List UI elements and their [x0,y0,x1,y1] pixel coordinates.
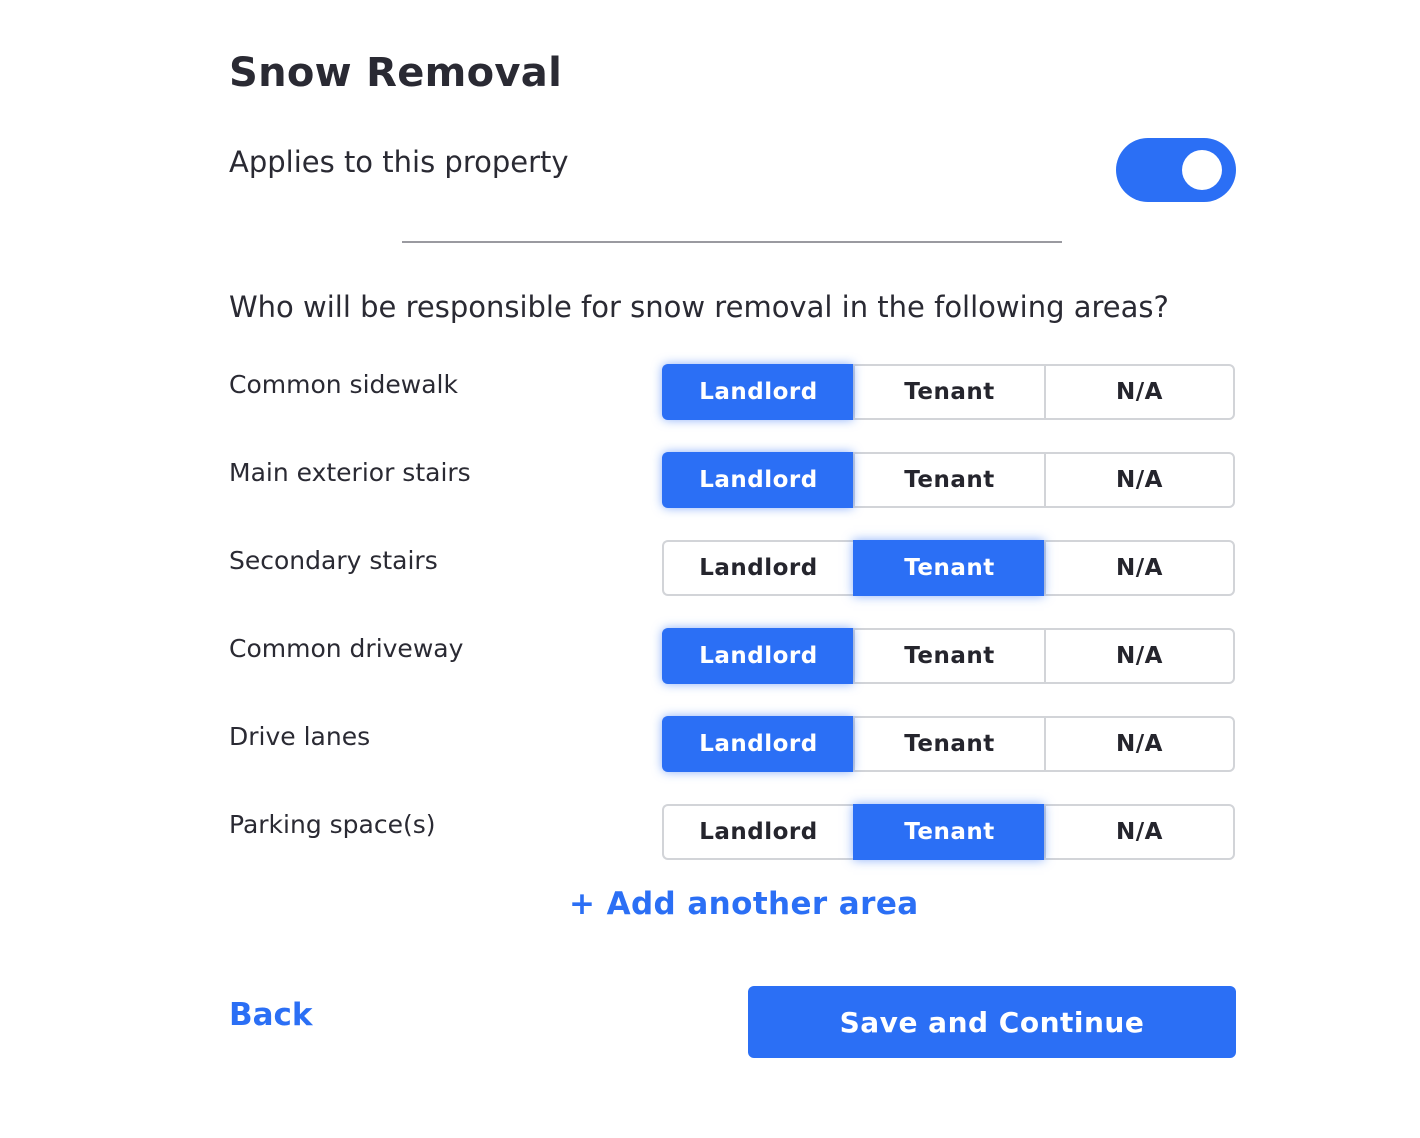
area-row: Common driveway Landlord Tenant N/A [229,628,1236,684]
area-label: Main exterior stairs [229,458,471,487]
option-na-button[interactable]: N/A [1044,628,1235,684]
applies-label: Applies to this property [229,145,569,179]
option-na-button[interactable]: N/A [1044,452,1235,508]
back-link[interactable]: Back [229,997,313,1033]
option-tenant-button[interactable]: Tenant [853,540,1044,596]
option-landlord-button[interactable]: Landlord [662,540,853,596]
question-text: Who will be responsible for snow removal… [229,290,1169,324]
option-landlord-button[interactable]: Landlord [662,804,853,860]
area-row: Common sidewalk Landlord Tenant N/A [229,364,1236,420]
option-landlord-button[interactable]: Landlord [662,628,853,684]
area-label: Common driveway [229,634,464,663]
option-tenant-button[interactable]: Tenant [853,716,1044,772]
option-na-button[interactable]: N/A [1044,804,1235,860]
option-landlord-button[interactable]: Landlord [662,716,853,772]
area-label: Drive lanes [229,722,371,751]
toggle-knob [1182,150,1222,190]
option-landlord-button[interactable]: Landlord [662,452,853,508]
responsibility-segmented-control: Landlord Tenant N/A [662,716,1236,772]
responsibility-segmented-control: Landlord Tenant N/A [662,540,1236,596]
area-row: Drive lanes Landlord Tenant N/A [229,716,1236,772]
option-na-button[interactable]: N/A [1044,540,1235,596]
responsibility-segmented-control: Landlord Tenant N/A [662,628,1236,684]
page-title: Snow Removal [229,50,563,96]
area-label: Parking space(s) [229,810,436,839]
option-landlord-button[interactable]: Landlord [662,364,853,420]
save-and-continue-button[interactable]: Save and Continue [748,986,1236,1058]
option-tenant-button[interactable]: Tenant [853,364,1044,420]
responsibility-segmented-control: Landlord Tenant N/A [662,364,1236,420]
area-row: Parking space(s) Landlord Tenant N/A [229,804,1236,860]
option-na-button[interactable]: N/A [1044,364,1235,420]
option-tenant-button[interactable]: Tenant [853,452,1044,508]
applies-toggle[interactable] [1116,138,1236,202]
option-tenant-button[interactable]: Tenant [853,628,1044,684]
responsibility-segmented-control: Landlord Tenant N/A [662,452,1236,508]
responsibility-segmented-control: Landlord Tenant N/A [662,804,1236,860]
divider [402,241,1062,243]
option-tenant-button[interactable]: Tenant [853,804,1044,860]
area-row: Main exterior stairs Landlord Tenant N/A [229,452,1236,508]
area-label: Common sidewalk [229,370,458,399]
option-na-button[interactable]: N/A [1044,716,1235,772]
area-row: Secondary stairs Landlord Tenant N/A [229,540,1236,596]
add-another-area-link[interactable]: + Add another area [569,886,919,922]
area-label: Secondary stairs [229,546,438,575]
